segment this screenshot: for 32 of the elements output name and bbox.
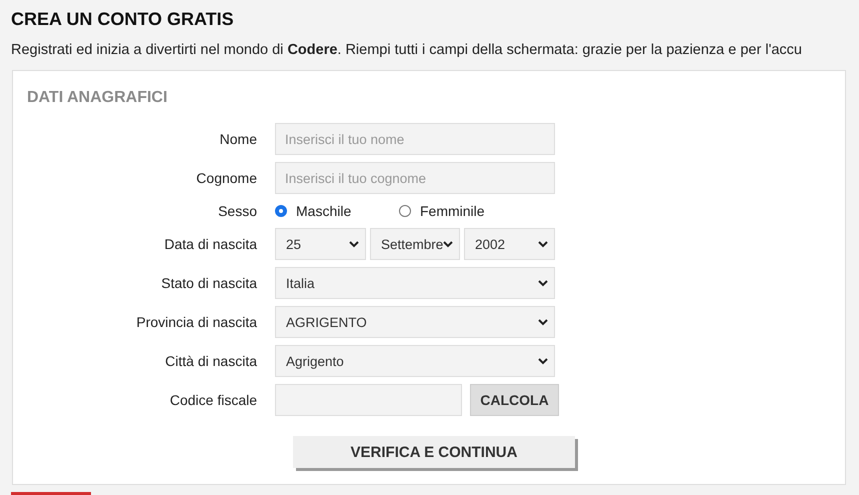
select-field[interactable]: Italia xyxy=(275,267,555,299)
submit-button[interactable]: VERIFICA E CONTINUA xyxy=(293,436,575,468)
date-select[interactable]: 25 xyxy=(275,228,366,260)
text-field[interactable]: Inserisci il tuo cognome xyxy=(275,162,555,194)
chevron-down-icon xyxy=(349,240,359,248)
field-label: Città di nascita xyxy=(164,353,258,369)
radio-option[interactable]: Maschile xyxy=(275,203,395,219)
select-field[interactable]: Agrigento xyxy=(275,345,555,377)
radio-button[interactable] xyxy=(275,205,287,217)
field-label: Stato di nascita xyxy=(160,275,258,291)
text-field[interactable]: Inserisci il tuo nome xyxy=(275,123,555,155)
chevron-down-icon xyxy=(443,240,453,248)
field-label: Nome xyxy=(218,131,258,147)
field-label: Sesso xyxy=(217,203,258,219)
radio-option[interactable]: Femminile xyxy=(399,203,499,219)
chevron-down-icon xyxy=(538,240,548,248)
field-label: Codice fiscale xyxy=(168,392,258,408)
date-select[interactable]: Settembre xyxy=(370,228,460,260)
text-field[interactable] xyxy=(275,384,462,416)
page-title: CREA UN CONTO GRATIS xyxy=(11,8,235,30)
radio-button[interactable] xyxy=(399,205,411,217)
chevron-down-icon xyxy=(538,318,548,326)
date-select[interactable]: 2002 xyxy=(464,228,555,260)
calculate-button[interactable]: CALCOLA xyxy=(470,384,559,416)
chevron-down-icon xyxy=(538,358,548,364)
section-title: DATI ANAGRAFICI xyxy=(27,88,168,108)
select-field[interactable]: AGRIGENTO xyxy=(275,306,555,338)
chevron-down-icon xyxy=(538,280,548,286)
field-label: Provincia di nascita xyxy=(135,314,258,330)
field-label: Data di nascita xyxy=(163,236,258,252)
intro-text: Registrati ed inizia a divertirti nel mondo di Codere. Riempi tutti i campi della schermata: grazie per la pazienza e per l'accu xyxy=(11,41,802,60)
field-label: Cognome xyxy=(195,170,258,186)
